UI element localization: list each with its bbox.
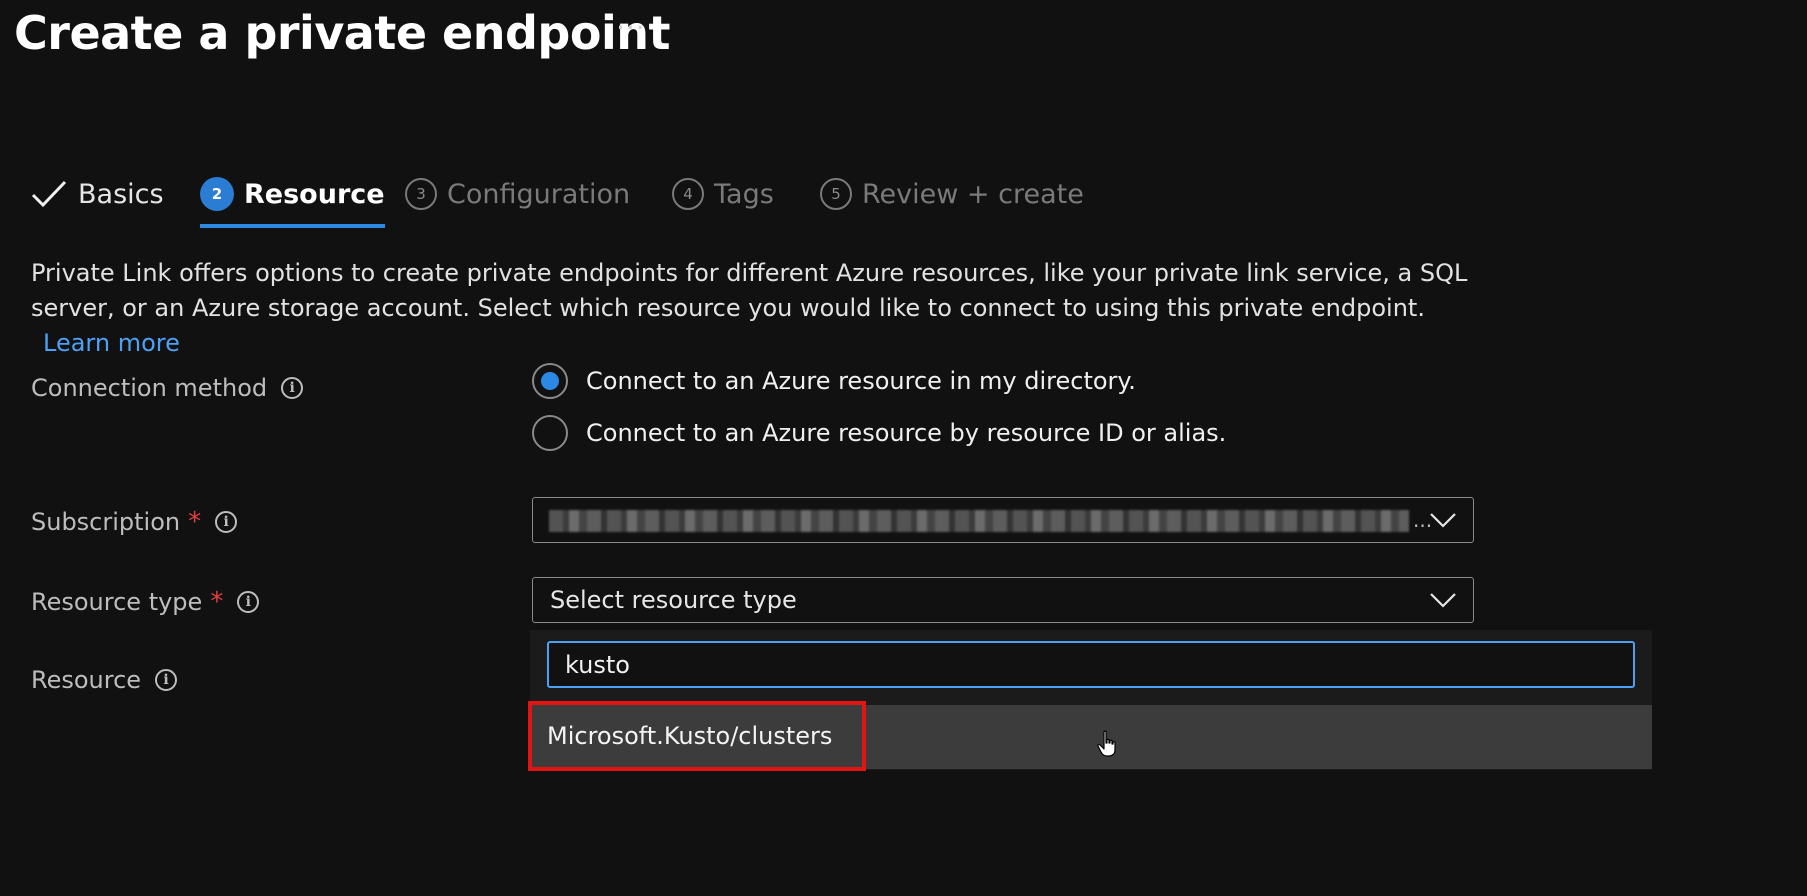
hand-cursor-icon [1097, 730, 1116, 757]
info-icon[interactable]: i [155, 669, 178, 691]
info-icon[interactable]: i [215, 511, 238, 533]
field-label-text: Connection method [31, 374, 268, 402]
checkmark-icon [31, 180, 67, 208]
radio-label: Connect to an Azure resource by resource… [586, 419, 1227, 447]
description: Private Link offers options to create pr… [31, 256, 1511, 361]
resource-label: Resource i [31, 666, 178, 694]
description-text: Private Link offers options to create pr… [31, 259, 1468, 322]
connection-method-label: Connection method i [31, 374, 304, 402]
more-options-button[interactable]: ··· [616, 14, 646, 42]
radio-button-selected[interactable] [532, 363, 568, 399]
chevron-down-icon [1430, 513, 1456, 528]
field-label-text: Resource type [31, 588, 203, 616]
subscription-label: Subscription * i [31, 507, 238, 537]
radio-connect-directory[interactable]: Connect to an Azure resource in my direc… [532, 363, 1136, 399]
redacted-subscription-value [549, 510, 1409, 532]
required-marker: * [210, 587, 224, 617]
tab-review-create[interactable]: 5 Review + create [820, 172, 1084, 216]
step-number-badge: 2 [200, 177, 234, 211]
info-icon[interactable]: i [237, 591, 260, 613]
tab-configuration[interactable]: 3 Configuration [405, 172, 630, 216]
resource-type-placeholder: Select resource type [550, 586, 797, 614]
step-number-badge: 3 [405, 178, 437, 210]
resource-type-dropdown[interactable]: Select resource type [532, 577, 1474, 623]
annotation-highlight-box [528, 701, 866, 771]
page-title: Create a private endpoint [14, 6, 670, 60]
chevron-down-icon [1430, 593, 1456, 608]
tab-label: Configuration [447, 178, 631, 210]
resource-type-filter-input[interactable] [547, 641, 1635, 688]
radio-label: Connect to an Azure resource in my direc… [586, 367, 1136, 395]
tab-label: Tags [714, 178, 774, 210]
active-tab-underline [200, 224, 385, 228]
required-marker: * [188, 507, 202, 537]
radio-button[interactable] [532, 415, 568, 451]
radio-connect-resource-id[interactable]: Connect to an Azure resource by resource… [532, 415, 1226, 451]
tab-basics[interactable]: Basics [30, 172, 164, 216]
step-number-badge: 5 [820, 178, 852, 210]
tab-label: Review + create [862, 178, 1084, 210]
tab-resource[interactable]: 2 Resource [200, 172, 385, 228]
page: Create a private endpoint ··· Basics 2 R… [0, 0, 1807, 896]
tab-label: Resource [244, 178, 385, 210]
tab-label: Basics [78, 178, 164, 210]
info-icon[interactable]: i [281, 377, 304, 399]
field-label-text: Subscription [31, 508, 181, 536]
step-number-badge: 4 [672, 178, 704, 210]
field-label-text: Resource [31, 666, 142, 694]
resource-type-label: Resource type * i [31, 587, 260, 617]
learn-more-link[interactable]: Learn more [43, 329, 180, 357]
tab-tags[interactable]: 4 Tags [672, 172, 774, 216]
subscription-dropdown[interactable]: ... [532, 497, 1474, 543]
